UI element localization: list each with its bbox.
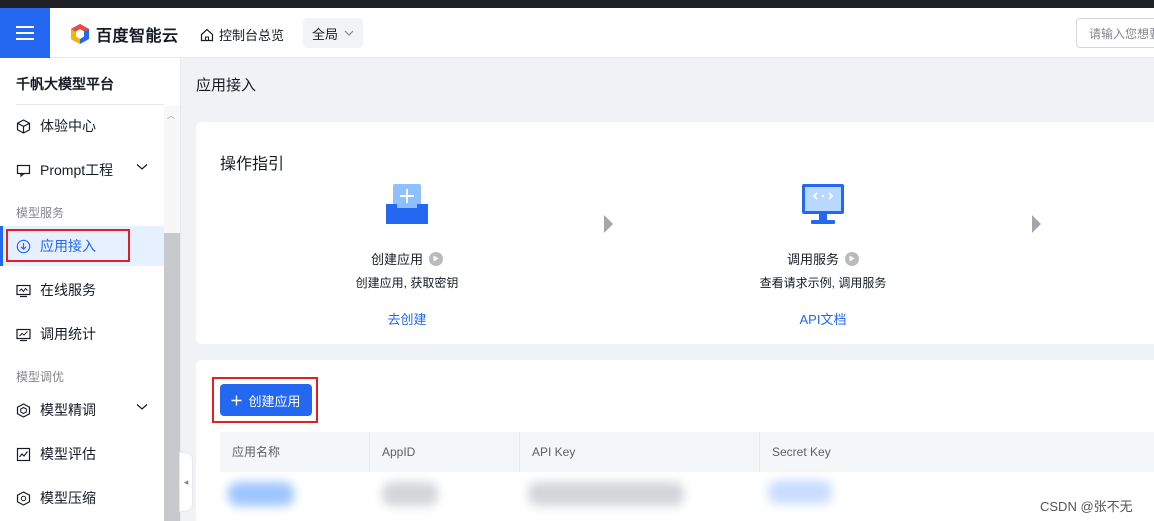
call-service-illustration-icon bbox=[802, 184, 844, 224]
chevron-right-icon bbox=[1032, 215, 1041, 233]
watermark-text: CSDN @张不无 bbox=[1040, 499, 1133, 514]
monitor-wave-icon bbox=[16, 284, 31, 297]
sidebar-item-online-service[interactable]: 在线服务 bbox=[0, 270, 164, 310]
chart-monitor-icon bbox=[16, 328, 31, 341]
chevron-right-icon bbox=[604, 215, 613, 233]
window-top-strip bbox=[0, 0, 1154, 8]
sidebar-divider bbox=[16, 104, 164, 105]
play-video-icon[interactable] bbox=[429, 251, 443, 266]
active-indicator bbox=[0, 226, 3, 266]
hexagon-icon bbox=[16, 402, 31, 418]
console-overview-link[interactable]: 控制台总览 bbox=[200, 25, 284, 44]
chevron-down-icon bbox=[136, 164, 148, 170]
page-title: 应用接入 bbox=[196, 77, 257, 94]
step-description: 创建应用, 获取密钥 bbox=[355, 276, 459, 290]
api-docs-link[interactable]: API文档 bbox=[723, 309, 923, 328]
hamburger-menu-button[interactable] bbox=[0, 8, 50, 58]
guide-title: 操作指引 bbox=[220, 156, 285, 173]
sidebar: 千帆大模型平台 体验中心 Prompt工程 模型服务 应用接入 在线服务 调用统… bbox=[0, 58, 181, 521]
sidebar-item-label: 模型压缩 bbox=[40, 490, 96, 506]
compress-icon bbox=[16, 490, 31, 506]
chevron-down-icon bbox=[344, 30, 354, 36]
column-header-app-name: 应用名称 bbox=[220, 432, 370, 472]
column-header-api-key: API Key bbox=[520, 432, 760, 472]
step-name: 调用服务 bbox=[786, 252, 839, 267]
sidebar-item-label: 在线服务 bbox=[40, 282, 96, 298]
top-navigation-bar: 百度智能云 控制台总览 全局 请输入您想要 bbox=[0, 8, 1154, 58]
sidebar-group-model-service: 模型服务 bbox=[16, 206, 65, 220]
hamburger-icon bbox=[16, 26, 34, 40]
guide-step-create-app: 创建应用 创建应用, 获取密钥 去创建 bbox=[307, 180, 507, 328]
sidebar-item-model-compression[interactable]: 模型压缩 bbox=[0, 478, 164, 518]
column-header-secret-key: Secret Key bbox=[772, 445, 831, 459]
sidebar-title: 千帆大模型平台 bbox=[16, 76, 114, 92]
table-header: 应用名称 AppID API Key Secret Key bbox=[220, 432, 1154, 472]
sidebar-item-label: Prompt工程 bbox=[40, 162, 114, 178]
brand-name: 百度智能云 bbox=[96, 28, 179, 45]
chevron-down-icon bbox=[136, 404, 148, 410]
blurred-appid bbox=[382, 482, 438, 506]
sidebar-scrollbar-thumb[interactable] bbox=[164, 233, 180, 521]
column-header-appid: AppID bbox=[370, 432, 520, 472]
global-search-input[interactable]: 请输入您想要 bbox=[1076, 18, 1154, 48]
prompt-icon bbox=[16, 164, 31, 177]
annotation-highlight-box bbox=[6, 229, 130, 262]
create-app-illustration-icon bbox=[386, 184, 428, 224]
sidebar-item-label: 模型精调 bbox=[40, 402, 96, 418]
sidebar-collapse-handle[interactable]: ◂ bbox=[179, 452, 193, 512]
blurred-api-key bbox=[528, 482, 684, 506]
sidebar-item-label: 模型评估 bbox=[40, 446, 96, 462]
region-label: 全局 bbox=[311, 26, 338, 42]
guide-step-call-service: 调用服务 查看请求示例, 调用服务 API文档 bbox=[723, 180, 923, 328]
play-video-icon[interactable] bbox=[845, 251, 859, 266]
sidebar-group-model-tuning: 模型调优 bbox=[16, 370, 65, 384]
step-name: 创建应用 bbox=[370, 252, 423, 267]
search-placeholder: 请输入您想要 bbox=[1089, 26, 1154, 41]
brand-logo[interactable]: 百度智能云 bbox=[70, 22, 179, 46]
region-selector[interactable]: 全局 bbox=[303, 18, 363, 48]
step-description: 查看请求示例, 调用服务 bbox=[759, 276, 887, 290]
evaluation-icon bbox=[16, 447, 31, 461]
operation-guide-card: 操作指引 创建应用 创建应用, 获取密钥 去创建 调用服务 查看请求示例, 调用… bbox=[196, 122, 1154, 344]
sidebar-item-experience-center[interactable]: 体验中心 bbox=[0, 106, 164, 146]
sidebar-item-fine-tuning[interactable]: 模型精调 bbox=[0, 390, 164, 430]
console-overview-label: 控制台总览 bbox=[219, 28, 285, 43]
annotation-highlight-box bbox=[212, 377, 318, 423]
sidebar-item-call-statistics[interactable]: 调用统计 bbox=[0, 314, 164, 354]
sidebar-item-label: 调用统计 bbox=[40, 326, 96, 342]
home-icon bbox=[200, 28, 214, 41]
go-create-link[interactable]: 去创建 bbox=[307, 309, 507, 328]
sidebar-item-model-evaluation[interactable]: 模型评估 bbox=[0, 434, 164, 474]
blurred-app-name[interactable] bbox=[228, 482, 294, 506]
app-list-card: 创建应用 应用名称 AppID API Key Secret Key bbox=[196, 360, 1154, 521]
cube-icon bbox=[16, 118, 31, 134]
sidebar-item-label: 体验中心 bbox=[40, 118, 96, 134]
blurred-secret-key bbox=[768, 480, 832, 504]
sidebar-item-prompt-engineering[interactable]: Prompt工程 bbox=[0, 150, 164, 190]
baidu-cloud-logo-icon bbox=[71, 24, 89, 44]
scroll-up-arrow-icon[interactable]: ︿ bbox=[167, 110, 175, 121]
